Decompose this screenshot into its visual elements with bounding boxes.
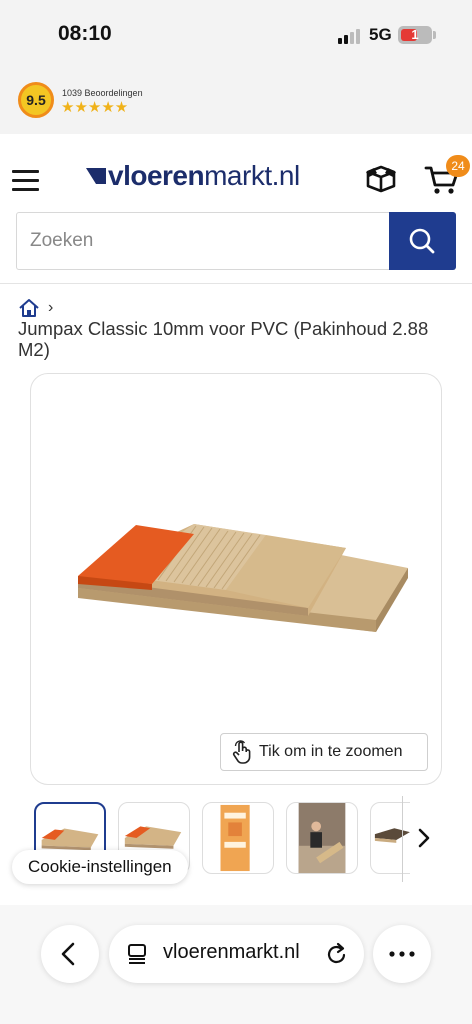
tap-hand-icon	[232, 740, 251, 764]
search-input[interactable]	[18, 214, 388, 268]
thumbnail-5[interactable]	[370, 802, 410, 874]
logo-text-light: markt.nl	[204, 160, 300, 191]
product-image	[78, 524, 408, 632]
cart-count-badge[interactable]: 24	[446, 155, 470, 177]
more-options-button[interactable]	[373, 925, 431, 983]
chevron-right-icon[interactable]	[414, 826, 434, 850]
search-bar	[16, 212, 456, 270]
address-bar[interactable]: vloerenmarkt.nl	[109, 925, 364, 983]
thumbnail-3[interactable]	[202, 802, 274, 874]
more-dots-icon	[389, 951, 415, 957]
zoom-button[interactable]: Tik om in te zoomen	[220, 733, 428, 771]
breadcrumb-separator: ›	[48, 299, 54, 316]
breadcrumb: ›	[18, 298, 53, 318]
star-rating-icon: ★★★★★	[61, 99, 129, 116]
page-settings-icon	[128, 944, 146, 964]
battery-tip	[433, 31, 436, 39]
thumbnail-divider	[402, 796, 403, 882]
logo-text-bold: vloeren	[108, 160, 205, 191]
thumbnail-image	[298, 803, 346, 873]
signal-icon	[338, 28, 364, 44]
product-image-card[interactable]: Tik om in te zoomen	[30, 373, 442, 785]
thumbnail-4[interactable]	[286, 802, 358, 874]
review-score-badge: 9.5	[18, 82, 54, 118]
logo-mark-icon	[86, 168, 106, 184]
network-label: 5G	[369, 25, 392, 44]
back-button[interactable]	[41, 925, 99, 983]
hamburger-menu-icon[interactable]	[12, 170, 40, 192]
chevron-left-icon	[61, 942, 75, 966]
thumbnail-image	[374, 828, 410, 843]
zoom-label: Tik om in te zoomen	[259, 743, 403, 760]
reload-icon[interactable]	[325, 941, 349, 967]
product-title: Jumpax Classic 10mm voor PVC (Pakinhoud …	[18, 318, 429, 360]
site-logo[interactable]: vloeren markt.nl	[86, 156, 300, 196]
box-icon[interactable]	[364, 164, 398, 194]
status-time: 08:10	[58, 22, 112, 45]
review-count: 1039 Beoordelingen	[62, 88, 143, 98]
address-text: vloerenmarkt.nl	[163, 941, 300, 963]
review-widget[interactable]: 9.5 1039 Beoordelingen ★★★★★	[0, 70, 472, 134]
battery-level: 1	[411, 27, 419, 42]
battery-icon: 1	[398, 26, 432, 44]
thumbnail-image	[220, 804, 250, 872]
search-icon	[409, 228, 435, 254]
home-icon[interactable]	[18, 298, 40, 318]
search-button[interactable]	[389, 212, 456, 270]
cookie-settings-button[interactable]: Cookie-instellingen	[12, 850, 188, 884]
status-bar: 08:10 5G 1	[0, 0, 472, 70]
